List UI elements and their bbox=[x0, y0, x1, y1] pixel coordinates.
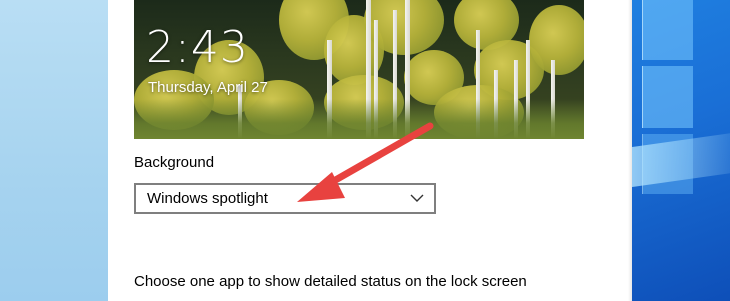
detailed-status-label: Choose one app to show detailed status o… bbox=[134, 273, 527, 290]
background-label: Background bbox=[134, 154, 215, 171]
lock-screen-time: 2:43 bbox=[146, 22, 249, 73]
chevron-down-icon bbox=[410, 194, 424, 202]
lock-screen-preview: 2:43 Thursday, April 27 bbox=[134, 0, 584, 139]
desktop-background-left bbox=[0, 0, 108, 301]
background-dropdown[interactable]: Windows spotlight bbox=[134, 183, 436, 214]
lock-screen-date: Thursday, April 27 bbox=[148, 79, 268, 96]
background-dropdown-value: Windows spotlight bbox=[147, 190, 268, 207]
lock-screen-settings-panel: 2:43 Thursday, April 27 Background Windo… bbox=[108, 0, 632, 301]
desktop-background-right bbox=[632, 0, 730, 301]
